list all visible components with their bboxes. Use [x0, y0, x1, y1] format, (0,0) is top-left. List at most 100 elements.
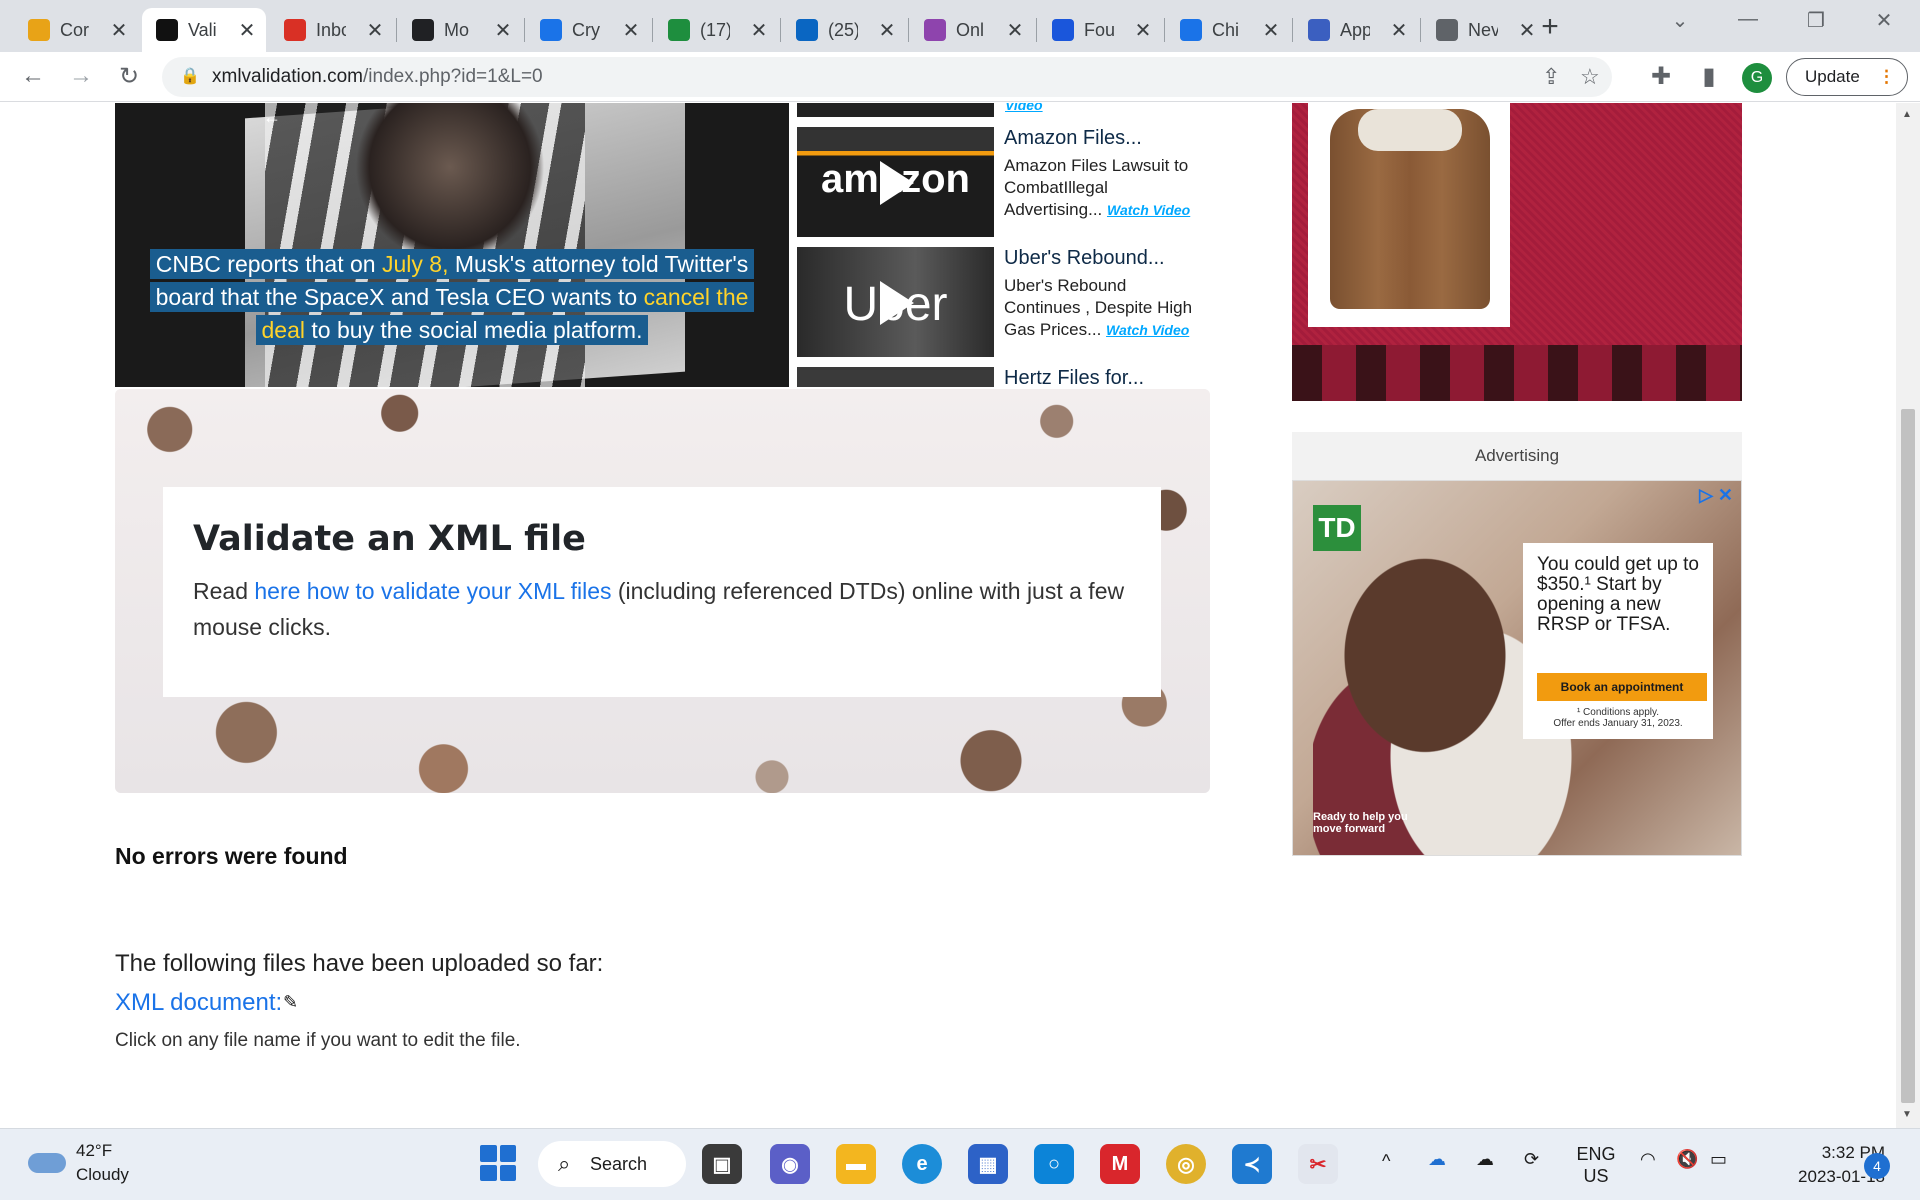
- edit-pen-icon[interactable]: ✎: [283, 992, 298, 1013]
- cloud-sync-icon[interactable]: ☁: [1476, 1149, 1494, 1170]
- close-tab-icon[interactable]: ✕: [492, 18, 514, 43]
- tab-search-icon[interactable]: ⌄: [1660, 8, 1700, 33]
- back-arrow-icon[interactable]: ←: [263, 107, 281, 128]
- task-view-icon[interactable]: ▣: [702, 1144, 742, 1184]
- video-thumbnail[interactable]: amazon: [797, 127, 994, 237]
- file-explorer-icon[interactable]: ▬: [836, 1144, 876, 1184]
- browser-tab[interactable]: App ✕: [1294, 8, 1418, 52]
- news-video-player[interactable]: ← CNBC reports that on July 8, Musk's at…: [115, 103, 789, 387]
- edge-icon[interactable]: e: [902, 1144, 942, 1184]
- scroll-up-icon[interactable]: ▲: [1902, 109, 1912, 120]
- browser-tab[interactable]: Inbc ✕: [270, 8, 394, 52]
- xml-document-link[interactable]: XML document:: [115, 989, 282, 1017]
- taskbar-search[interactable]: ⌕ Search: [538, 1141, 686, 1187]
- watch-video-link[interactable]: Video: [1005, 103, 1043, 113]
- tab-strip: + ⌄ — ❐ ✕ Cor ✕ Vali ✕ Inbc ✕ Mo ✕ Cry ✕ (17) ✕ (25)…: [0, 0, 1920, 52]
- minimize-button[interactable]: —: [1728, 8, 1768, 31]
- bookmark-star-icon[interactable]: ☆: [1580, 64, 1600, 90]
- wifi-icon[interactable]: ◠: [1640, 1149, 1656, 1170]
- vscode-icon[interactable]: ≺: [1232, 1144, 1272, 1184]
- url-text[interactable]: xmlvalidation.com/index.php?id=1&L=0: [212, 66, 543, 88]
- notepad-icon: [28, 19, 50, 41]
- video-description: Amazon Files Lawsuit to CombatIllegal Ad…: [1004, 156, 1191, 219]
- validate-howto-link[interactable]: here how to validate your XML files: [254, 578, 611, 604]
- browser-tab[interactable]: (17) ✕: [654, 8, 778, 52]
- messenger-icon: [540, 19, 562, 41]
- close-tab-icon[interactable]: ✕: [108, 18, 130, 43]
- close-tab-icon[interactable]: ✕: [748, 18, 770, 43]
- book-appointment-button[interactable]: Book an appointment: [1537, 673, 1707, 701]
- browser-tab[interactable]: Cry ✕: [526, 8, 650, 52]
- mcafee-icon[interactable]: M: [1100, 1144, 1140, 1184]
- snipping-tool-icon[interactable]: ✂: [1298, 1144, 1338, 1184]
- ad-choices-icon[interactable]: ▷ ✕: [1699, 485, 1733, 506]
- video-thumbnail[interactable]: [797, 103, 994, 117]
- validation-status: No errors were found: [115, 843, 348, 869]
- browser-tab[interactable]: Vali ✕: [142, 8, 266, 52]
- hero-card: Validate an XML file Read here how to va…: [163, 487, 1161, 697]
- video-title[interactable]: Hertz Files for...: [1004, 367, 1204, 390]
- update-button[interactable]: Update ⋮: [1786, 58, 1908, 96]
- close-tab-icon[interactable]: ✕: [620, 18, 642, 43]
- onedrive-icon[interactable]: ☁: [1428, 1149, 1446, 1170]
- sync-icon[interactable]: ⟳: [1524, 1149, 1539, 1170]
- reload-icon[interactable]: ↻: [114, 62, 144, 91]
- video-thumbnail[interactable]: [797, 367, 994, 387]
- forward-icon[interactable]: →: [66, 62, 96, 90]
- close-tab-icon[interactable]: ✕: [364, 18, 386, 43]
- teams-chat-icon[interactable]: ◉: [770, 1144, 810, 1184]
- close-tab-icon[interactable]: ✕: [236, 18, 258, 43]
- play-icon[interactable]: [880, 161, 914, 205]
- store-icon[interactable]: ▦: [968, 1144, 1008, 1184]
- close-tab-icon[interactable]: ✕: [1260, 18, 1282, 43]
- show-hidden-icons[interactable]: ^: [1382, 1151, 1390, 1172]
- page-scrollbar[interactable]: ▲ ▼: [1896, 103, 1920, 1128]
- address-bar[interactable]: 🔒 xmlvalidation.com/index.php?id=1&L=0 ⇪…: [162, 57, 1612, 97]
- browser-tab[interactable]: Nev ✕: [1422, 8, 1546, 52]
- notification-badge[interactable]: 4: [1864, 1153, 1890, 1179]
- profile-avatar[interactable]: G: [1742, 63, 1772, 93]
- close-tab-icon[interactable]: ✕: [1388, 18, 1410, 43]
- scroll-down-icon[interactable]: ▼: [1902, 1109, 1912, 1120]
- close-tab-icon[interactable]: ✕: [1132, 18, 1154, 43]
- restore-button[interactable]: ❐: [1796, 8, 1836, 33]
- menu-dots-icon[interactable]: ⋮: [1878, 59, 1895, 95]
- close-tab-icon[interactable]: ✕: [1516, 18, 1538, 43]
- product-image[interactable]: [1308, 103, 1510, 327]
- scroll-thumb[interactable]: [1901, 409, 1915, 1103]
- cortana-icon[interactable]: ○: [1034, 1144, 1074, 1184]
- close-tab-icon[interactable]: ✕: [1004, 18, 1026, 43]
- video-thumbnail[interactable]: Uber: [797, 247, 994, 357]
- chrome-icon[interactable]: ◎: [1166, 1144, 1206, 1184]
- back-icon[interactable]: ←: [18, 62, 48, 90]
- lock-icon[interactable]: 🔒: [180, 66, 200, 86]
- app-icon: [1308, 19, 1330, 41]
- watch-video-link[interactable]: Watch Video: [1107, 202, 1190, 218]
- browser-tab[interactable]: Onl ✕: [910, 8, 1034, 52]
- video-title[interactable]: Amazon Files...: [1004, 127, 1204, 150]
- browser-tab[interactable]: Chi ✕: [1166, 8, 1290, 52]
- x-tool-icon: [156, 19, 178, 41]
- volume-muted-icon[interactable]: 🔇: [1676, 1149, 1698, 1170]
- jacket-advertisement[interactable]: [1292, 103, 1742, 401]
- side-panel-icon[interactable]: ▮: [1694, 62, 1724, 91]
- extensions-icon[interactable]: ✚: [1646, 62, 1676, 91]
- tab-title: Chi: [1212, 19, 1240, 40]
- battery-icon[interactable]: ▭: [1710, 1149, 1727, 1170]
- browser-tab[interactable]: Fou ✕: [1038, 8, 1162, 52]
- ad-panel: You could get up to $350.¹ Start by open…: [1523, 543, 1713, 739]
- tab-title: (17): [700, 19, 730, 40]
- browser-tab[interactable]: (25) ✕: [782, 8, 906, 52]
- tab-title: Cor: [60, 19, 90, 40]
- start-icon[interactable]: [480, 1145, 516, 1181]
- video-title[interactable]: Uber's Rebound...: [1004, 247, 1204, 270]
- browser-tab[interactable]: Cor ✕: [14, 8, 138, 52]
- td-advertisement[interactable]: TD ▷ ✕ You could get up to $350.¹ Start …: [1292, 480, 1742, 856]
- close-tab-icon[interactable]: ✕: [876, 18, 898, 43]
- share-icon[interactable]: ⇪: [1542, 64, 1560, 90]
- browser-tab[interactable]: Mo ✕: [398, 8, 522, 52]
- language-indicator[interactable]: ENG US: [1574, 1143, 1618, 1187]
- watch-video-link[interactable]: Watch Video: [1106, 322, 1189, 338]
- play-icon[interactable]: [880, 281, 914, 325]
- close-window-button[interactable]: ✕: [1864, 8, 1904, 33]
